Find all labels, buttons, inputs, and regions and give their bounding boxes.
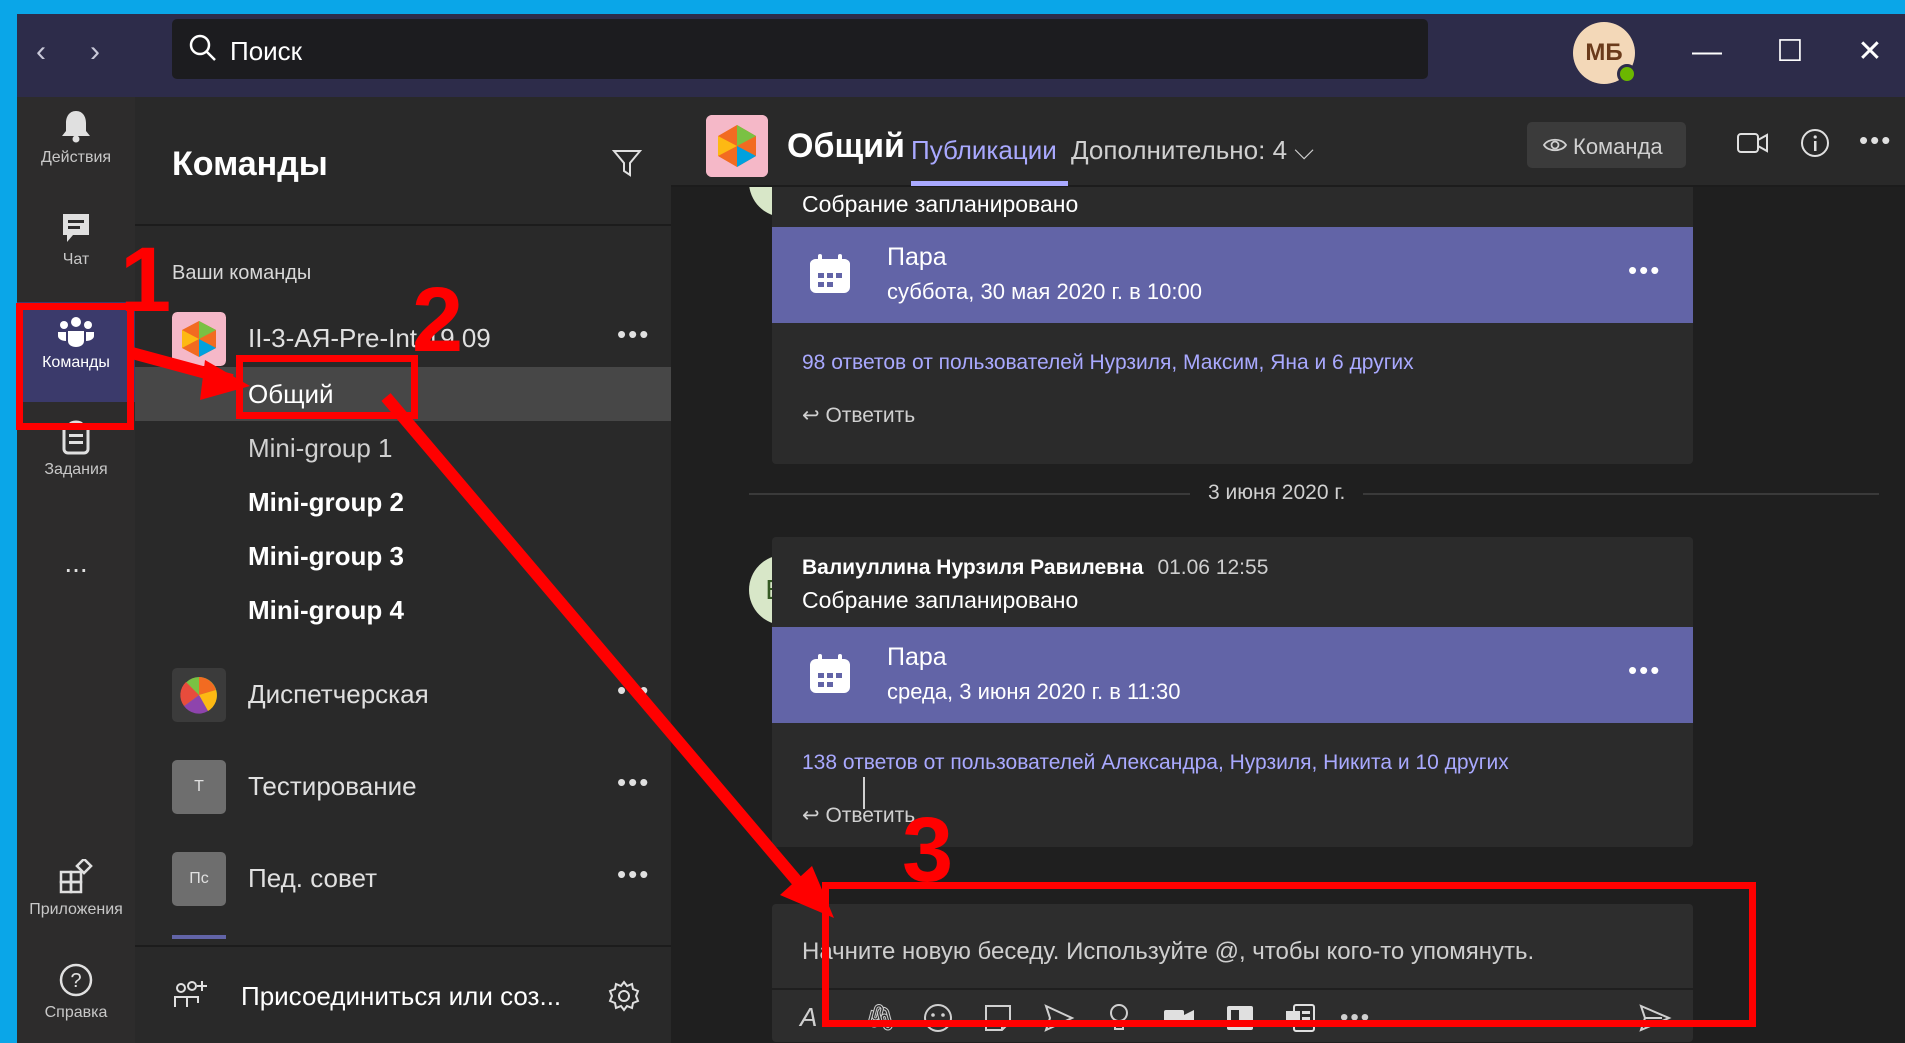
arrow-head bbox=[200, 360, 250, 400]
annotation-arrows bbox=[130, 347, 834, 918]
arrow-step-2 bbox=[381, 393, 813, 898]
